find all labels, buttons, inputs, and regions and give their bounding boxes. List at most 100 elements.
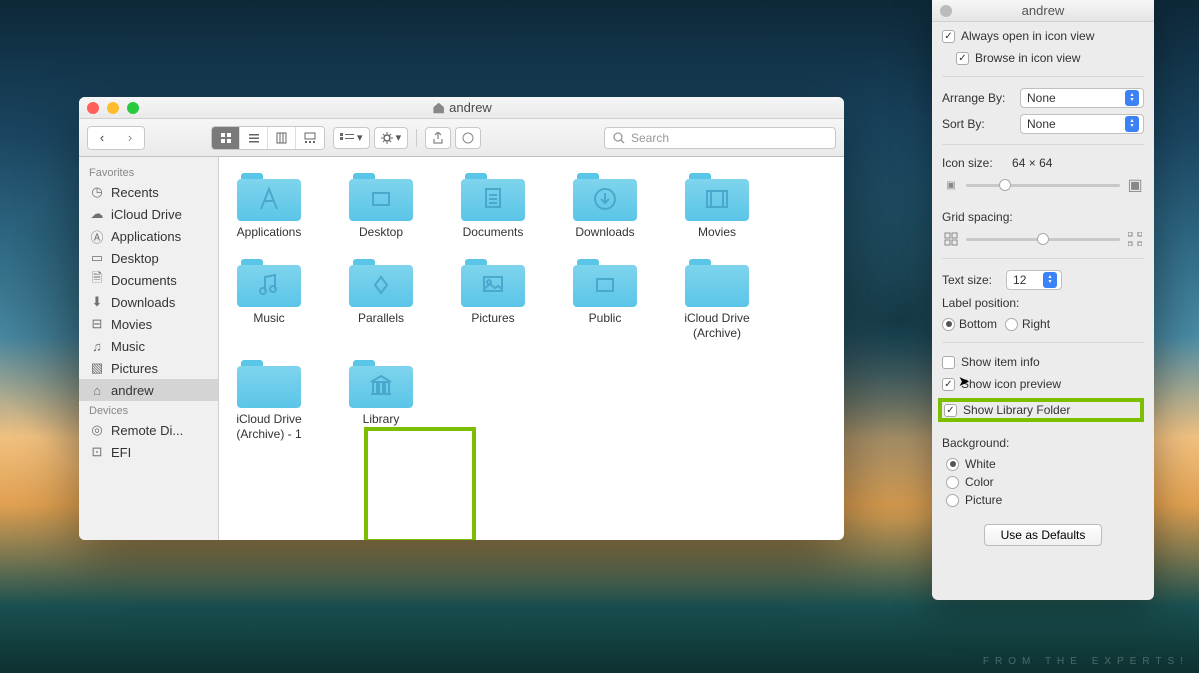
folder-icon <box>573 257 637 307</box>
disc-icon: ◎ <box>89 422 105 438</box>
sidebar-item-documents[interactable]: 🗎Documents <box>79 269 218 291</box>
sidebar-item-desktop[interactable]: ▭ Desktop <box>79 247 218 269</box>
view-switcher[interactable] <box>211 126 325 150</box>
folder-icon <box>237 171 301 221</box>
label-position-right[interactable]: Right <box>1005 316 1050 332</box>
sidebar-item-music[interactable]: ♫Music <box>79 335 218 357</box>
highlight-library-folder <box>364 427 476 540</box>
movie-icon: ⊟ <box>89 316 105 332</box>
disk-icon: ⊡ <box>89 444 105 460</box>
icon-size-slider[interactable]: ▣ ▣ <box>942 176 1144 194</box>
folder-documents[interactable]: Documents <box>453 171 533 239</box>
folder-label: Parallels <box>358 311 404 325</box>
file-grid[interactable]: Applications Desktop Documents Downloads Mov… <box>219 157 844 540</box>
view-options-titlebar[interactable]: andrew <box>932 0 1154 22</box>
label-position-bottom[interactable]: Bottom <box>942 316 997 332</box>
folder-label: Desktop <box>359 225 403 239</box>
sidebar-item-recents[interactable]: ◷Recents <box>79 181 218 203</box>
sidebar-item-andrew[interactable]: ⌂andrew <box>79 379 218 401</box>
home-icon: ⌂ <box>89 382 105 398</box>
sidebar-item-label: Movies <box>111 317 152 332</box>
folder-label: iCloud Drive (Archive) <box>677 311 757 340</box>
clock-icon: ◷ <box>89 184 105 200</box>
browse-icon-view-checkbox[interactable]: Browse in icon view <box>942 50 1144 66</box>
folder-icon <box>237 358 301 408</box>
show-library-folder-checkbox[interactable]: Show Library Folder <box>938 398 1144 422</box>
view-options-title: andrew <box>1022 3 1065 18</box>
sidebar: Favorites◷Recents☁iCloud DriveⒶApplicati… <box>79 157 219 540</box>
folder-icloud-drive-archive-[interactable]: iCloud Drive (Archive) <box>677 257 757 340</box>
folder-public[interactable]: Public <box>565 257 645 340</box>
share-button[interactable] <box>425 127 451 149</box>
use-as-defaults-button[interactable]: Use as Defaults <box>984 524 1103 546</box>
music-icon: ♫ <box>89 338 105 354</box>
folder-music[interactable]: Music <box>229 257 309 340</box>
arrange-by-select[interactable]: None▴▾ <box>1020 88 1144 108</box>
folder-movies[interactable]: Movies <box>677 171 757 239</box>
folder-label: Movies <box>698 225 736 239</box>
icon-view-button[interactable] <box>212 127 240 149</box>
sidebar-item-label: EFI <box>111 445 131 460</box>
folder-icon <box>461 171 525 221</box>
zoom-button[interactable] <box>127 102 139 114</box>
sidebar-item-pictures[interactable]: ▧ Pictures <box>79 357 218 379</box>
folder-label: Library <box>363 412 400 426</box>
close-button[interactable] <box>87 102 99 114</box>
background-picture[interactable]: Picture <box>946 492 1144 508</box>
folder-parallels[interactable]: Parallels <box>341 257 421 340</box>
sidebar-item-applications[interactable]: ⒶApplications <box>79 225 218 247</box>
list-view-button[interactable] <box>240 127 268 149</box>
close-button[interactable] <box>940 5 952 17</box>
titlebar[interactable]: andrew <box>79 97 844 119</box>
picture-icon: ▧ <box>89 360 105 376</box>
download-icon: ⬇ <box>89 294 105 310</box>
show-icon-preview-checkbox[interactable]: Show icon preview <box>942 376 1144 392</box>
group-button[interactable]: ▾ <box>333 127 370 149</box>
folder-library[interactable]: Library <box>341 358 421 441</box>
back-button[interactable]: ‹ <box>88 127 116 149</box>
folder-icon <box>349 171 413 221</box>
sidebar-item-icloud-drive[interactable]: ☁iCloud Drive <box>79 203 218 225</box>
background-white[interactable]: White <box>946 456 1144 472</box>
always-icon-view-checkbox[interactable]: Always open in icon view <box>942 28 1144 44</box>
folder-label: Documents <box>463 225 524 239</box>
minimize-button[interactable] <box>107 102 119 114</box>
show-item-info-checkbox[interactable]: Show item info <box>942 354 1144 370</box>
sidebar-item-label: Desktop <box>111 251 159 266</box>
folder-applications[interactable]: Applications <box>229 171 309 239</box>
sidebar-item-efi[interactable]: ⊡ EFI <box>79 441 218 463</box>
gallery-view-button[interactable] <box>296 127 324 149</box>
grid-spacing-slider[interactable] <box>942 230 1144 248</box>
sidebar-item-downloads[interactable]: ⬇ Downloads <box>79 291 218 313</box>
search-input[interactable]: Search <box>604 127 836 149</box>
grid-tight-icon <box>942 230 960 248</box>
folder-downloads[interactable]: Downloads <box>565 171 645 239</box>
background-color[interactable]: Color <box>946 474 1144 490</box>
window-title: andrew <box>431 100 492 115</box>
column-view-button[interactable] <box>268 127 296 149</box>
sort-by-select[interactable]: None▴▾ <box>1020 114 1144 134</box>
sidebar-item-label: Remote Di... <box>111 423 183 438</box>
toolbar: ‹ › ▾ ▾ Search <box>79 119 844 157</box>
folder-icon <box>349 257 413 307</box>
action-button[interactable]: ▾ <box>374 127 409 149</box>
folder-icloud-drive-archive-1[interactable]: iCloud Drive (Archive) - 1 <box>229 358 309 441</box>
sidebar-item-movies[interactable]: ⊟ Movies <box>79 313 218 335</box>
tags-button[interactable] <box>455 127 481 149</box>
desktop-icon: ▭ <box>89 250 105 266</box>
doc-icon: 🗎 <box>89 272 105 288</box>
folder-label: Applications <box>237 225 302 239</box>
folder-large-icon: ▣ <box>1126 176 1144 194</box>
sidebar-item-label: Pictures <box>111 361 158 376</box>
sidebar-item-label: Downloads <box>111 295 175 310</box>
watermark: FROM THE EXPERTS! <box>983 656 1189 667</box>
folder-desktop[interactable]: Desktop <box>341 171 421 239</box>
sidebar-item-remote-di-[interactable]: ◎ Remote Di... <box>79 419 218 441</box>
folder-small-icon: ▣ <box>942 176 960 194</box>
folder-pictures[interactable]: Pictures <box>453 257 533 340</box>
folder-label: Music <box>253 311 284 325</box>
folder-icon <box>237 257 301 307</box>
folder-label: iCloud Drive (Archive) - 1 <box>229 412 309 441</box>
forward-button[interactable]: › <box>116 127 144 149</box>
text-size-select[interactable]: 12▴▾ <box>1006 270 1062 290</box>
